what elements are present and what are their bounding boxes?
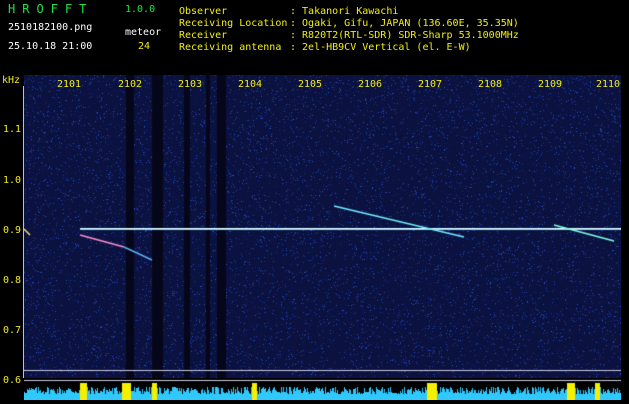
y-tick-label: 0.6 — [3, 375, 22, 386]
x-tick-label: 2110 — [596, 79, 621, 90]
meteor-label: meteor — [125, 27, 162, 38]
y-tick-label: 0.8 — [3, 275, 22, 286]
y-tick-label: 0.9 — [3, 225, 22, 236]
y-axis-unit: kHz — [2, 75, 21, 86]
info-label-receiver: Receiver — [179, 30, 228, 41]
x-tick-label: 2105 — [298, 79, 323, 90]
info-value-antenna: : 2el-HB9CV Vertical (el. E-W) — [290, 42, 471, 53]
info-value-location: : Ogaki, Gifu, JAPAN (136.60E, 35.35N) — [290, 18, 519, 29]
x-tick-label: 2106 — [358, 79, 383, 90]
app-version: 1.0.0 — [125, 4, 156, 15]
y-tick-label: 0.7 — [3, 325, 22, 336]
spectrogram-canvas — [24, 75, 621, 378]
y-axis-line — [23, 86, 24, 378]
x-tick-label: 2108 — [478, 79, 503, 90]
y-tick-label: 1.0 — [3, 175, 22, 186]
y-tick-label: 1.1 — [3, 124, 22, 135]
signal-histogram — [24, 378, 621, 400]
date-time: 25.10.18 21:00 — [8, 41, 93, 52]
x-tick-label: 2104 — [238, 79, 263, 90]
spectrogram — [24, 75, 621, 378]
info-value-receiver: : R820T2(RTL-SDR) SDR-Sharp 53.1000MHz — [290, 30, 519, 41]
header-panel: HROFFT 1.0.0 2510182100.png 25.10.18 21:… — [0, 0, 629, 75]
info-value-observer: : Takanori Kawachi — [290, 6, 399, 17]
info-label-location: Receiving Location — [179, 18, 288, 29]
x-tick-label: 2103 — [178, 79, 203, 90]
signal-histogram-canvas — [24, 378, 621, 400]
app-logo: HROFFT — [8, 2, 94, 16]
x-tick-label: 2109 — [538, 79, 563, 90]
file-name: 2510182100.png — [8, 22, 93, 33]
x-tick-label: 2102 — [118, 79, 143, 90]
meteor-count: 24 — [138, 41, 151, 52]
x-tick-label: 2107 — [418, 79, 443, 90]
info-label-antenna: Receiving antenna — [179, 42, 282, 53]
info-label-observer: Observer — [179, 6, 228, 17]
x-tick-label: 2101 — [57, 79, 82, 90]
